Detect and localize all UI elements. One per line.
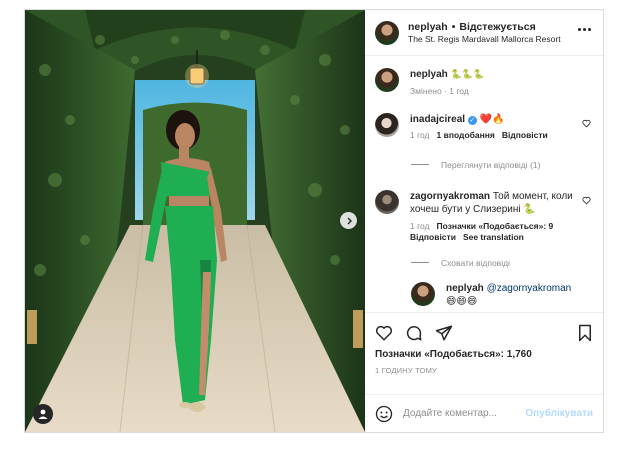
verified-badge-icon: ✓ bbox=[467, 115, 477, 125]
emoji-icon[interactable] bbox=[375, 405, 393, 423]
comment-bubble-icon bbox=[406, 325, 422, 341]
reply-body: neplyah @zagornyakroman 😄😄😄 bbox=[446, 282, 571, 309]
location-link[interactable]: The St. Regis Mardavall Mallorca Resort bbox=[408, 34, 561, 45]
separator-dot: • bbox=[451, 20, 456, 33]
paper-plane-icon bbox=[435, 325, 453, 341]
replies-divider bbox=[411, 262, 429, 264]
heart-icon bbox=[375, 325, 393, 341]
post-image bbox=[25, 10, 365, 432]
comment-meta: 1 год Позначки «Подобається»: 9 Відповіст… bbox=[410, 221, 578, 244]
caption-meta: Змінено · 1 год bbox=[410, 85, 469, 96]
author-avatar[interactable] bbox=[375, 20, 399, 45]
comment-meta: 1 год 1 вподобання Відповісти bbox=[410, 130, 555, 141]
post-dialog: neplyah • Відстежується The St. Regis Mard… bbox=[24, 9, 604, 433]
publish-button[interactable]: Опублікувати bbox=[525, 408, 593, 419]
caption-text: 🐍🐍🐍 bbox=[450, 69, 485, 79]
comment-likes[interactable]: Позначки «Подобається»: 9 bbox=[437, 221, 554, 231]
comment-username[interactable]: inadajcireal bbox=[410, 114, 465, 125]
add-comment-bar: Опублікувати bbox=[365, 394, 603, 432]
author-line: neplyah • Відстежується bbox=[408, 21, 561, 34]
caption-avatar[interactable] bbox=[375, 68, 399, 92]
reply-row: neplyah @zagornyakroman 😄😄😄 bbox=[411, 281, 593, 309]
caption-body: neplyah 🐍🐍🐍 Змінено · 1 год bbox=[410, 68, 484, 97]
comment-like-heart-icon[interactable] bbox=[582, 119, 591, 128]
bookmark-icon bbox=[579, 324, 591, 342]
share-button[interactable] bbox=[435, 324, 453, 342]
see-translation-button[interactable]: See translation bbox=[463, 232, 524, 242]
hide-replies-label: Сховати відповіді bbox=[441, 257, 510, 268]
save-button[interactable] bbox=[577, 324, 593, 342]
author-username[interactable]: neplyah bbox=[408, 21, 448, 33]
like-button[interactable] bbox=[375, 324, 393, 342]
post-timestamp[interactable]: 1 ГОДИНУ ТОМУ bbox=[375, 366, 593, 375]
chevron-right-icon bbox=[347, 217, 352, 224]
reply-avatar[interactable] bbox=[411, 281, 435, 306]
reply-mention[interactable]: @zagornyakroman bbox=[487, 283, 572, 294]
tagged-users-button[interactable] bbox=[33, 404, 53, 424]
caption-row: neplyah 🐍🐍🐍 Змінено · 1 год bbox=[375, 68, 593, 97]
comment-time[interactable]: 1 год bbox=[410, 221, 430, 231]
view-replies-toggle[interactable]: Переглянути відповіді (1) bbox=[411, 160, 593, 170]
replies-divider bbox=[411, 164, 429, 166]
reply-username[interactable]: neplyah bbox=[446, 283, 484, 294]
reply-emoji: 😄😄😄 bbox=[446, 296, 478, 308]
post-side-panel: neplyah • Відстежується The St. Regis Mard… bbox=[365, 10, 603, 432]
author-info: neplyah • Відстежується The St. Regis Mard… bbox=[408, 21, 561, 45]
comment-row: inadajcireal ✓ ❤️🔥 1 год 1 вподобання Відп… bbox=[375, 112, 593, 142]
comment-avatar[interactable] bbox=[375, 112, 399, 137]
comment-likes[interactable]: 1 вподобання bbox=[437, 130, 495, 140]
comments-list: neplyah 🐍🐍🐍 Змінено · 1 год inadajcireal… bbox=[365, 56, 603, 312]
follow-status-button[interactable]: Відстежується bbox=[459, 21, 535, 33]
user-icon bbox=[38, 409, 48, 419]
comment-body: inadajcireal ✓ ❤️🔥 1 год 1 вподобання Відп… bbox=[410, 113, 555, 142]
comment-row: zagornyakroman Той момент, коли хочеш бу… bbox=[375, 189, 593, 244]
post-header: neplyah • Відстежується The St. Regis Mard… bbox=[365, 10, 603, 56]
reply-button[interactable]: Відповісти bbox=[502, 130, 548, 140]
next-image-button[interactable] bbox=[340, 212, 357, 229]
comment-body: zagornyakroman Той момент, коли хочеш бу… bbox=[410, 190, 578, 244]
likes-count[interactable]: Позначки «Подобається»: 1,760 bbox=[375, 349, 593, 360]
comment-time[interactable]: 1 год bbox=[410, 130, 430, 140]
view-replies-label: Переглянути відповіді (1) bbox=[441, 159, 541, 170]
more-options-icon[interactable] bbox=[578, 28, 591, 31]
comment-button[interactable] bbox=[405, 324, 423, 342]
comment-text: ❤️🔥 bbox=[479, 113, 505, 125]
comment-input[interactable] bbox=[403, 408, 523, 419]
comment-like-heart-icon[interactable] bbox=[582, 196, 591, 205]
reply-button[interactable]: Відповісти bbox=[410, 232, 456, 242]
post-photo[interactable] bbox=[25, 10, 365, 432]
hide-replies-toggle[interactable]: Сховати відповіді bbox=[411, 258, 593, 268]
comment-username[interactable]: zagornyakroman bbox=[410, 191, 490, 202]
action-icons bbox=[375, 321, 593, 345]
comment-avatar[interactable] bbox=[375, 189, 399, 214]
caption-username[interactable]: neplyah bbox=[410, 69, 448, 80]
post-actions: Позначки «Подобається»: 1,760 1 ГОДИНУ Т… bbox=[365, 312, 603, 394]
